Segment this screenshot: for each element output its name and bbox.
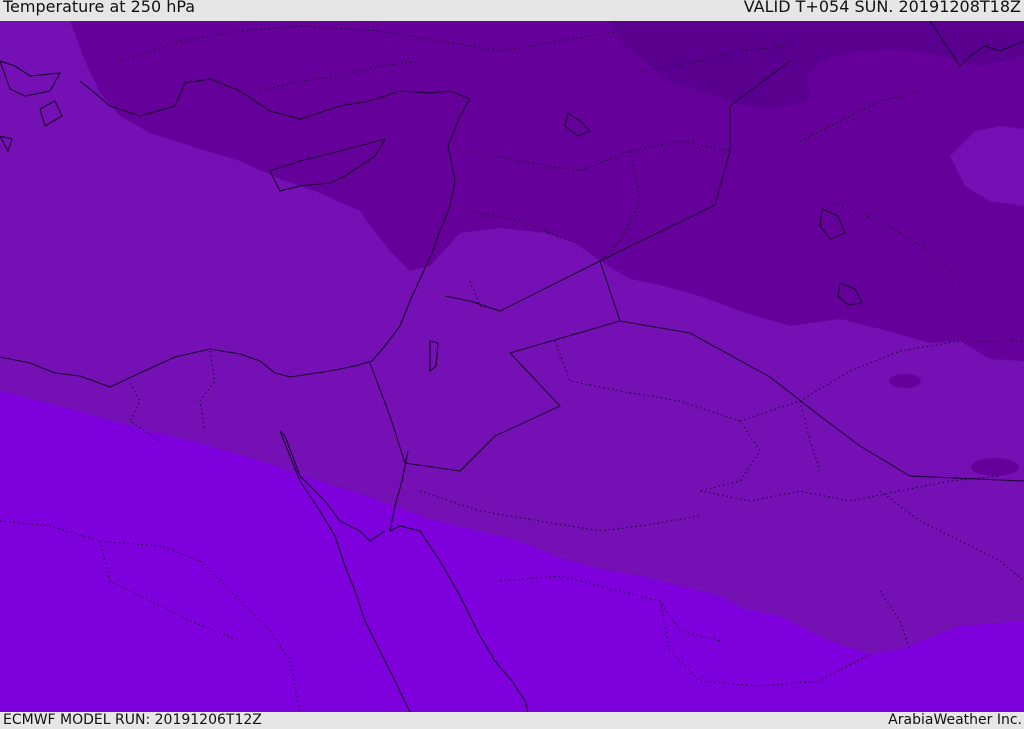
map-title: Temperature at 250 hPa bbox=[3, 0, 196, 16]
temperature-band-dark-patch-east bbox=[971, 458, 1019, 476]
valid-time-label: VALID T+054 SUN. 20191208T18Z bbox=[743, 0, 1021, 16]
credit-label: ArabiaWeather Inc. bbox=[888, 712, 1022, 728]
temperature-band-dark-patch-south bbox=[889, 374, 921, 388]
header-bar: Temperature at 250 hPa VALID T+054 SUN. … bbox=[0, 0, 1024, 21]
footer-bar: ECMWF MODEL RUN: 20191206T12Z ArabiaWeat… bbox=[0, 712, 1024, 729]
model-run-label: ECMWF MODEL RUN: 20191206T12Z bbox=[3, 712, 262, 728]
weather-map[interactable] bbox=[0, 21, 1024, 712]
